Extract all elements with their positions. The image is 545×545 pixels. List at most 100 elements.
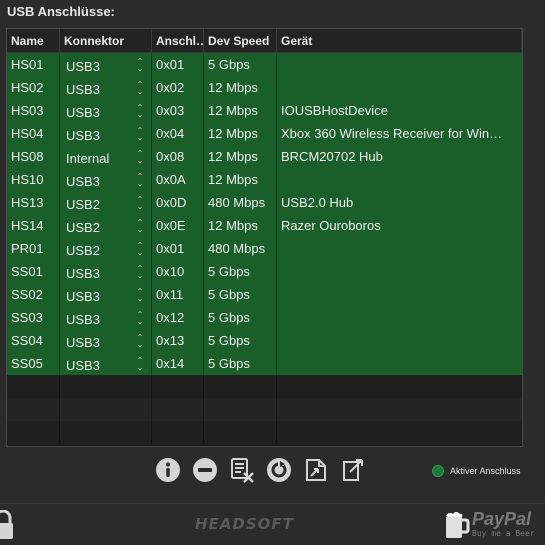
info-icon — [156, 458, 180, 482]
import-button[interactable] — [302, 456, 330, 484]
device-speed: 12 Mbps — [204, 214, 277, 237]
updown-chevron-icon[interactable]: ⌃ ⌄ — [135, 264, 145, 279]
updown-chevron-icon[interactable]: ⌃ ⌄ — [135, 126, 145, 141]
table-row[interactable]: HS02 USB3 ⌃ ⌄ 0x02 12 Mbps — [7, 76, 522, 99]
connector-select[interactable]: USB3 ⌃ ⌄ — [60, 99, 152, 122]
table-row[interactable]: SS02 USB3 ⌃ ⌄ 0x11 5 Gbps — [7, 283, 522, 306]
table-row[interactable]: HS03 USB3 ⌃ ⌄ 0x03 12 Mbps IOUSBHostDevice — [7, 99, 522, 122]
export-button[interactable] — [339, 456, 367, 484]
device-speed: 12 Mbps — [204, 122, 277, 145]
device-name — [277, 306, 522, 329]
updown-chevron-icon[interactable]: ⌃ ⌄ — [135, 356, 145, 371]
connector-select[interactable]: USB3 ⌃ ⌄ — [60, 283, 152, 306]
connector-select[interactable]: USB3 ⌃ ⌄ — [60, 53, 152, 76]
connector-value: USB3 — [66, 312, 100, 327]
usb-ports-table[interactable]: Name Konnektor Anschl… Dev Speed Gerät H… — [6, 28, 523, 447]
updown-chevron-icon[interactable]: ⌃ ⌄ — [135, 57, 145, 72]
updown-chevron-icon[interactable]: ⌃ ⌄ — [135, 195, 145, 210]
device-speed: 480 Mbps — [204, 237, 277, 260]
device-speed: 5 Gbps — [204, 53, 277, 76]
table-row[interactable]: HS13 USB2 ⌃ ⌄ 0x0D 480 Mbps USB2.0 Hub — [7, 191, 522, 214]
port-name: HS10 — [7, 168, 60, 191]
table-row[interactable]: HS14 USB2 ⌃ ⌄ 0x0E 12 Mbps Razer Ouroboros — [7, 214, 522, 237]
legend-label: Aktiver Anschluss — [450, 466, 521, 476]
table-row[interactable]: HS01 USB3 ⌃ ⌄ 0x01 5 Gbps — [7, 53, 522, 76]
paypal-donate-button[interactable]: PayPal Buy me a Beer — [444, 510, 535, 540]
updown-chevron-icon[interactable]: ⌃ ⌄ — [135, 241, 145, 256]
connector-select[interactable]: USB3 ⌃ ⌄ — [60, 122, 152, 145]
updown-chevron-icon[interactable]: ⌃ ⌄ — [135, 172, 145, 187]
updown-chevron-icon[interactable]: ⌃ ⌄ — [135, 149, 145, 164]
device-name: BRCM20702 Hub — [281, 149, 383, 164]
device-name — [277, 283, 522, 306]
connector-value: USB2 — [66, 243, 100, 258]
updown-chevron-icon[interactable]: ⌃ ⌄ — [135, 103, 145, 118]
device-speed: 12 Mbps — [204, 168, 277, 191]
info-button[interactable] — [154, 456, 182, 484]
paypal-logo: PayPal — [472, 509, 532, 529]
device-name — [277, 260, 522, 283]
port-name: HS04 — [7, 122, 60, 145]
refresh-button[interactable] — [265, 456, 293, 484]
device-speed: 5 Gbps — [204, 306, 277, 329]
empty-row — [7, 398, 522, 421]
column-header-name[interactable]: Name — [7, 29, 60, 52]
connector-value: USB3 — [66, 335, 100, 350]
updown-chevron-icon[interactable]: ⌃ ⌄ — [135, 287, 145, 302]
empty-row — [7, 421, 522, 444]
remove-button[interactable] — [191, 456, 219, 484]
lock-button[interactable] — [0, 509, 14, 545]
device-name — [277, 329, 522, 352]
connector-select[interactable]: USB2 ⌃ ⌄ — [60, 191, 152, 214]
port-address: 0x0D — [152, 191, 204, 214]
connector-select[interactable]: USB3 ⌃ ⌄ — [60, 306, 152, 329]
connector-select[interactable]: USB3 ⌃ ⌄ — [60, 76, 152, 99]
updown-chevron-icon[interactable]: ⌃ ⌄ — [135, 218, 145, 233]
table-row[interactable]: HS10 USB3 ⌃ ⌄ 0x0A 12 Mbps — [7, 168, 522, 191]
connector-select[interactable]: USB3 ⌃ ⌄ — [60, 260, 152, 283]
port-address: 0x0A — [152, 168, 204, 191]
port-address: 0x13 — [152, 329, 204, 352]
column-header-connector[interactable]: Konnektor — [60, 29, 152, 52]
device-speed: 5 Gbps — [204, 352, 277, 375]
connector-value: Internal — [66, 151, 110, 166]
device-name: USB2.0 Hub — [281, 195, 354, 210]
table-body: HS01 USB3 ⌃ ⌄ 0x01 5 Gbps HS02 USB3 ⌃ ⌄ 0x02 12 Mbp… — [7, 53, 522, 444]
connector-select[interactable]: USB3 ⌃ ⌄ — [60, 329, 152, 352]
connector-select[interactable]: USB3 ⌃ ⌄ — [60, 168, 152, 191]
table-row[interactable]: SS04 USB3 ⌃ ⌄ 0x13 5 Gbps — [7, 329, 522, 352]
connector-select[interactable]: Internal ⌃ ⌄ — [60, 145, 152, 168]
device-speed: 5 Gbps — [204, 283, 277, 306]
table-row[interactable]: SS01 USB3 ⌃ ⌄ 0x10 5 Gbps — [7, 260, 522, 283]
updown-chevron-icon[interactable]: ⌃ ⌄ — [135, 80, 145, 95]
connector-select[interactable]: USB2 ⌃ ⌄ — [60, 237, 152, 260]
column-header-device[interactable]: Gerät — [277, 29, 522, 52]
connector-value: USB3 — [66, 128, 100, 143]
table-row[interactable]: SS03 USB3 ⌃ ⌄ 0x12 5 Gbps — [7, 306, 522, 329]
column-header-speed[interactable]: Dev Speed — [204, 29, 277, 52]
port-name: HS02 — [7, 76, 60, 99]
empty-row — [7, 375, 522, 398]
table-row[interactable]: PR01 USB2 ⌃ ⌄ 0x01 480 Mbps — [7, 237, 522, 260]
connector-value: USB3 — [66, 59, 100, 74]
table-row[interactable]: HS08 Internal ⌃ ⌄ 0x08 12 Mbps BRCM20702 Hub — [7, 145, 522, 168]
device-name — [277, 237, 522, 260]
port-address: 0x02 — [152, 76, 204, 99]
remove-icon — [193, 458, 217, 482]
clear-list-button[interactable] — [228, 456, 256, 484]
connector-select[interactable]: USB3 ⌃ ⌄ — [60, 352, 152, 375]
port-name: SS04 — [7, 329, 60, 352]
table-row[interactable]: SS05 USB3 ⌃ ⌄ 0x14 5 Gbps — [7, 352, 522, 375]
paypal-subtitle: Buy me a Beer — [472, 529, 535, 538]
export-icon — [343, 459, 363, 481]
connector-value: USB3 — [66, 358, 100, 373]
table-row[interactable]: HS04 USB3 ⌃ ⌄ 0x04 12 Mbps Xbox 360 Wireless R… — [7, 122, 522, 145]
device-name — [277, 352, 522, 375]
updown-chevron-icon[interactable]: ⌃ ⌄ — [135, 310, 145, 325]
connector-select[interactable]: USB2 ⌃ ⌄ — [60, 214, 152, 237]
column-header-address[interactable]: Anschl… — [152, 29, 204, 52]
port-name: HS08 — [7, 145, 60, 168]
updown-chevron-icon[interactable]: ⌃ ⌄ — [135, 333, 145, 348]
device-name — [277, 76, 522, 99]
footer-divider — [0, 503, 545, 504]
